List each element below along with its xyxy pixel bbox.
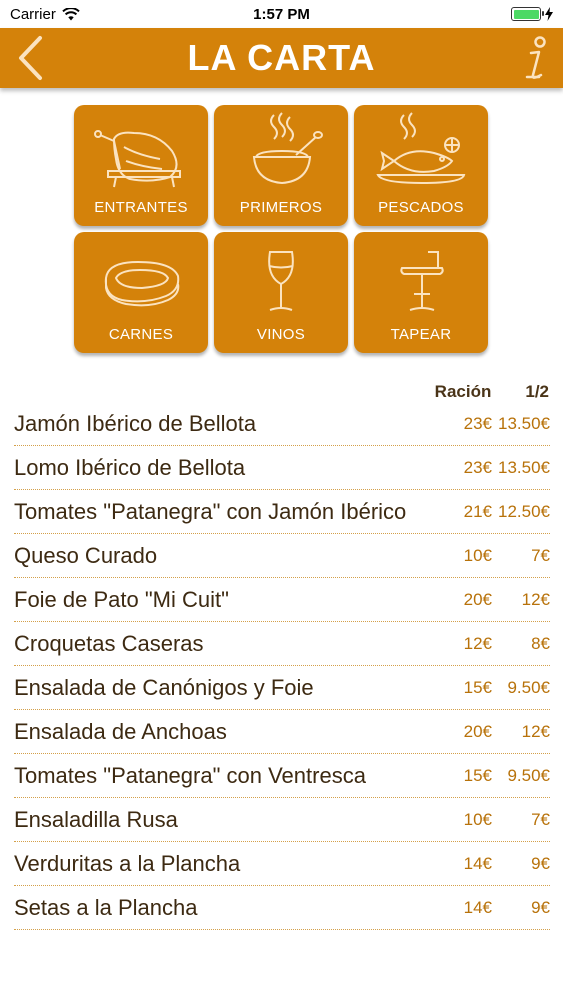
price-racion: 14€ bbox=[463, 854, 492, 873]
menu-item[interactable]: Tomates "Patanegra" con Jamón Ibérico 21€… bbox=[14, 490, 550, 534]
menu-item[interactable]: Ensalada de Anchoas 20€ 12€ bbox=[14, 710, 550, 754]
item-name: Croquetas Caseras bbox=[14, 631, 204, 656]
price-half: 9.50€ bbox=[507, 766, 550, 785]
battery-icon bbox=[511, 7, 544, 21]
category-label: PESCADOS bbox=[378, 199, 464, 216]
price-racion: 23€ bbox=[463, 458, 492, 477]
price-half: 7€ bbox=[531, 546, 550, 565]
menu-item[interactable]: Setas a la Plancha 14€ 9€ bbox=[14, 886, 550, 930]
item-name: Ensalada de Canónigos y Foie bbox=[14, 675, 314, 700]
menu-list: Jamón Ibérico de Bellota 23€ 13.50€ Lomo Ib… bbox=[14, 402, 550, 930]
price-half: 12€ bbox=[521, 722, 550, 741]
item-prices: 10€ 7€ bbox=[454, 540, 550, 572]
page-title: LA CARTA bbox=[187, 37, 376, 78]
category-label: PRIMEROS bbox=[239, 199, 323, 216]
menu-item[interactable]: Ensalada de Canónigos y Foie 15€ 9.50€ bbox=[14, 666, 550, 710]
price-half: 7€ bbox=[531, 810, 550, 829]
item-prices: 15€ 9.50€ bbox=[454, 760, 550, 792]
menu-item[interactable]: Verduritas a la Plancha 14€ 9€ bbox=[14, 842, 550, 886]
category-pescados[interactable]: PESCADOS bbox=[354, 105, 488, 226]
item-prices: 10€ 7€ bbox=[454, 804, 550, 836]
status-right bbox=[511, 7, 553, 21]
item-prices: 20€ 12€ bbox=[454, 716, 550, 748]
item-name: Tomates "Patanegra" con Ventresca bbox=[14, 763, 366, 788]
price-half: 9€ bbox=[531, 898, 550, 917]
wine-glass-icon bbox=[268, 251, 294, 311]
price-half: 8€ bbox=[531, 634, 550, 653]
header-half: 1/2 bbox=[525, 382, 549, 401]
price-racion: 21€ bbox=[463, 502, 492, 521]
carrier-label: Carrier bbox=[10, 5, 56, 23]
category-tapear[interactable]: TAPEAR bbox=[354, 232, 488, 353]
bar-stool-icon bbox=[400, 251, 444, 311]
fish-plate-icon bbox=[376, 112, 466, 185]
menu-item[interactable]: Croquetas Caseras 12€ 8€ bbox=[14, 622, 550, 666]
menu-item[interactable]: Ensaladilla Rusa 10€ 7€ bbox=[14, 798, 550, 842]
wifi-icon bbox=[62, 7, 80, 20]
price-half: 9€ bbox=[531, 854, 550, 873]
steak-icon bbox=[104, 260, 180, 307]
battery-level bbox=[513, 9, 539, 19]
back-button[interactable] bbox=[10, 34, 50, 82]
item-prices: 20€ 12€ bbox=[454, 584, 550, 616]
item-prices: 15€ 9.50€ bbox=[454, 672, 550, 704]
item-name: Foie de Pato "Mi Cuit" bbox=[14, 587, 229, 612]
category-entrantes[interactable]: ENTRANTES bbox=[74, 105, 208, 226]
price-racion: 10€ bbox=[463, 546, 492, 565]
menu-item[interactable]: Queso Curado 10€ 7€ bbox=[14, 534, 550, 578]
price-racion: 20€ bbox=[463, 590, 492, 609]
item-name: Jamón Ibérico de Bellota bbox=[14, 411, 257, 436]
price-racion: 20€ bbox=[463, 722, 492, 741]
category-vinos[interactable]: VINOS bbox=[214, 232, 348, 353]
category-carnes[interactable]: CARNES bbox=[74, 232, 208, 353]
chevron-left-icon bbox=[19, 36, 42, 80]
price-racion: 15€ bbox=[463, 678, 492, 697]
item-prices: 14€ 9€ bbox=[454, 892, 550, 924]
category-label: CARNES bbox=[108, 326, 174, 343]
item-name: Tomates "Patanegra" con Jamón Ibérico bbox=[14, 499, 407, 524]
item-prices: 14€ 9€ bbox=[454, 848, 550, 880]
menu-item[interactable]: Jamón Ibérico de Bellota 23€ 13.50€ bbox=[14, 402, 550, 446]
price-racion: 23€ bbox=[463, 414, 492, 433]
price-half: 13.50€ bbox=[498, 458, 550, 477]
info-button[interactable] bbox=[517, 32, 551, 84]
status-time: 1:57 PM bbox=[253, 5, 310, 23]
menu-item[interactable]: Lomo Ibérico de Bellota 23€ 13.50€ bbox=[14, 446, 550, 490]
price-racion: 12€ bbox=[463, 634, 492, 653]
item-name: Queso Curado bbox=[14, 543, 158, 568]
soup-bowl-icon bbox=[252, 112, 323, 185]
menu-item[interactable]: Tomates "Patanegra" con Ventresca 15€ 9.50… bbox=[14, 754, 550, 798]
status-bar: Carrier 1:57 PM bbox=[0, 0, 563, 28]
nav-bar: LA CARTA bbox=[0, 28, 563, 88]
price-half: 13.50€ bbox=[498, 414, 550, 433]
item-prices: 12€ 8€ bbox=[454, 628, 550, 660]
price-half: 12.50€ bbox=[498, 502, 550, 521]
price-racion: 10€ bbox=[463, 810, 492, 829]
ham-leg-icon bbox=[94, 130, 181, 188]
item-name: Ensalada de Anchoas bbox=[14, 719, 227, 744]
info-icon bbox=[525, 36, 546, 79]
price-column-headers: Ración 1/2 bbox=[349, 382, 549, 402]
item-name: Ensaladilla Rusa bbox=[14, 807, 178, 832]
price-half: 12€ bbox=[521, 590, 550, 609]
charging-bolt-icon bbox=[545, 7, 553, 21]
category-label: ENTRANTES bbox=[94, 199, 188, 216]
item-name: Lomo Ibérico de Bellota bbox=[14, 455, 246, 480]
category-primeros[interactable]: PRIMEROS bbox=[214, 105, 348, 226]
item-prices: 23€ 13.50€ bbox=[454, 452, 550, 484]
header-racion: Ración bbox=[434, 382, 492, 401]
item-prices: 23€ 13.50€ bbox=[454, 408, 550, 440]
item-name: Verduritas a la Plancha bbox=[14, 851, 241, 876]
price-racion: 15€ bbox=[463, 766, 492, 785]
item-name: Setas a la Plancha bbox=[14, 895, 198, 920]
price-half: 9.50€ bbox=[507, 678, 550, 697]
price-racion: 14€ bbox=[463, 898, 492, 917]
menu-item[interactable]: Foie de Pato "Mi Cuit" 20€ 12€ bbox=[14, 578, 550, 622]
category-label: TAPEAR bbox=[390, 326, 452, 343]
category-grid: ENTRANTES PRIMEROS PESCADOS CARNES VINOS… bbox=[74, 105, 490, 353]
category-label: VINOS bbox=[256, 326, 306, 343]
status-left: Carrier bbox=[10, 6, 80, 23]
item-prices: 21€ 12.50€ bbox=[454, 496, 550, 528]
